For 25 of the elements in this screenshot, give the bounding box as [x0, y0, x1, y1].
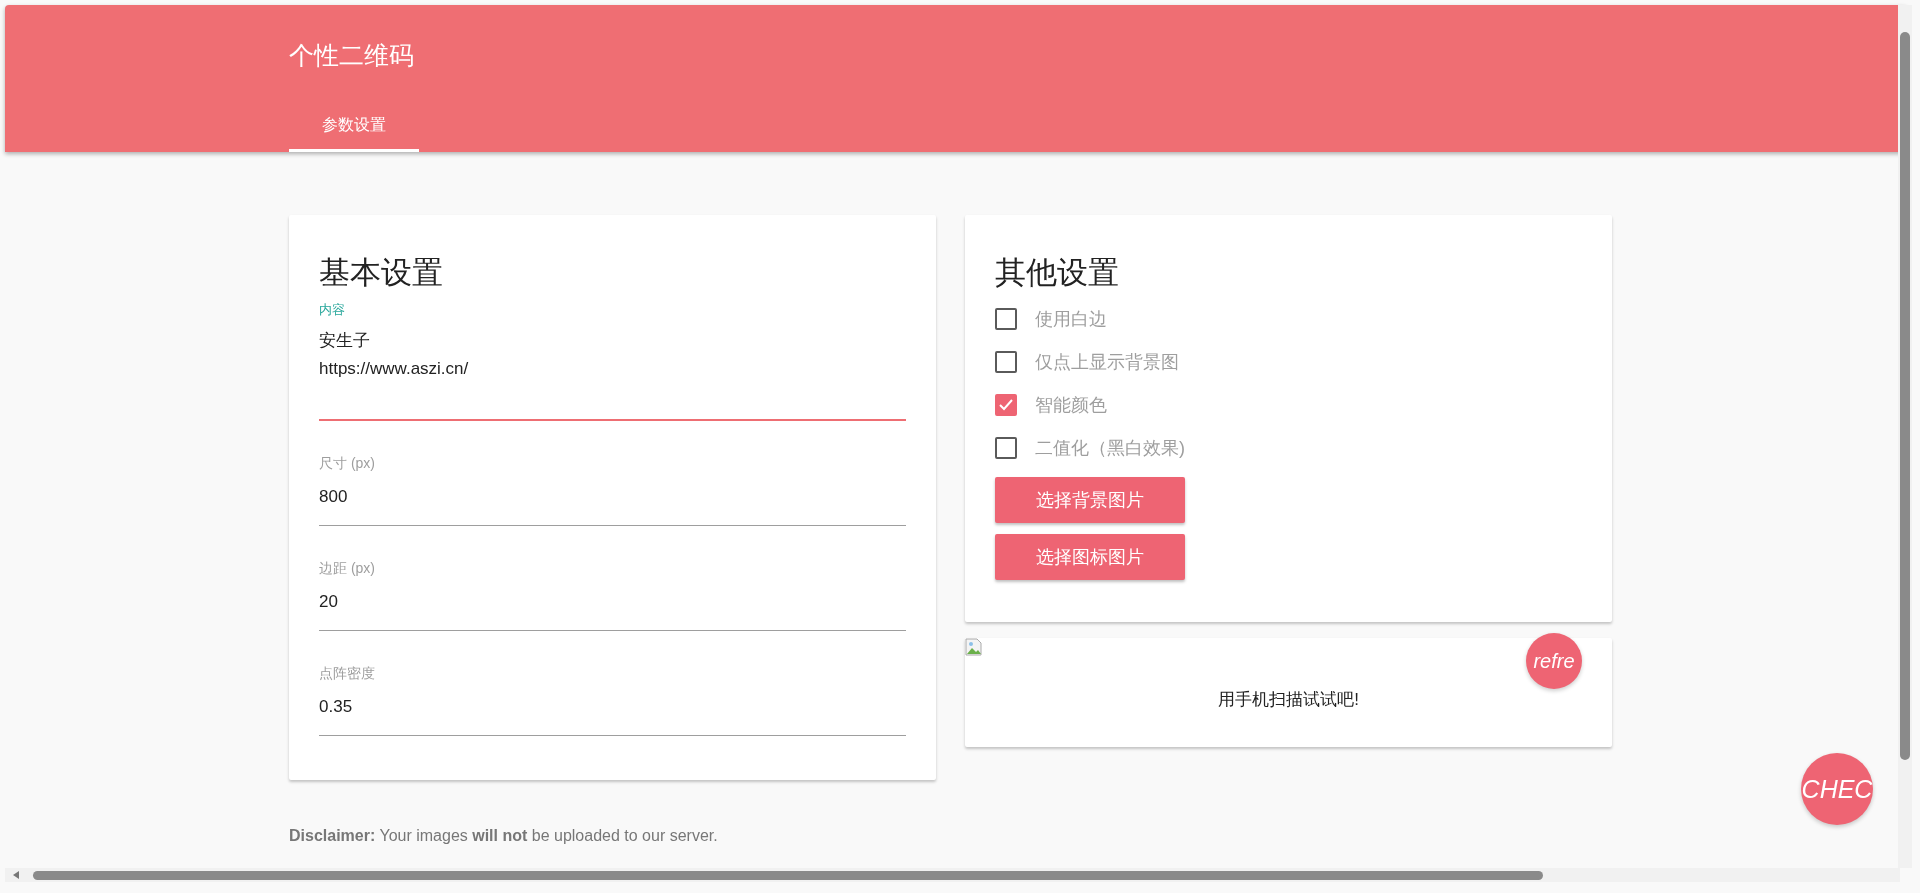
horizontal-scrollbar[interactable] — [5, 868, 1900, 882]
input-field[interactable]: 尺寸 (px) 800 — [319, 447, 906, 526]
checkbox[interactable] — [995, 307, 1017, 330]
tab[interactable]: 参数设置 — [289, 102, 419, 152]
vertical-scrollbar[interactable] — [1898, 5, 1912, 868]
option-label[interactable]: 使用白边 — [1035, 306, 1107, 331]
option-label[interactable]: 二值化（黑白效果) — [1035, 435, 1185, 460]
app-title: 个性二维码 — [289, 40, 415, 71]
refresh-button[interactable]: refre — [1526, 633, 1582, 689]
checkbox[interactable] — [995, 350, 1017, 373]
option-label[interactable]: 仅点上显示背景图 — [1035, 349, 1179, 374]
input-field[interactable]: 点阵密度 0.35 — [319, 657, 906, 736]
option-label[interactable]: 智能颜色 — [1035, 392, 1107, 417]
scan-caption: 用手机扫描试试吧! — [1218, 689, 1359, 711]
checkbox[interactable] — [995, 436, 1017, 459]
disclaimer-text: Disclaimer: Your images will not be uploaded to our server. — [289, 827, 718, 845]
card-title: 其他设置 — [995, 255, 1120, 291]
check-icon — [998, 397, 1014, 412]
input-field[interactable]: 边距 (px) 20 — [319, 552, 906, 631]
checkbox[interactable] — [995, 393, 1017, 416]
check-button[interactable]: CHEC — [1801, 753, 1873, 825]
select-image-button[interactable]: 选择背景图片 — [995, 477, 1185, 523]
card-title: 基本设置 — [319, 255, 444, 291]
select-image-button[interactable]: 选择图标图片 — [995, 534, 1185, 580]
input-field[interactable]: 内容 安生子 https://www.aszi.cn/ — [319, 293, 906, 421]
